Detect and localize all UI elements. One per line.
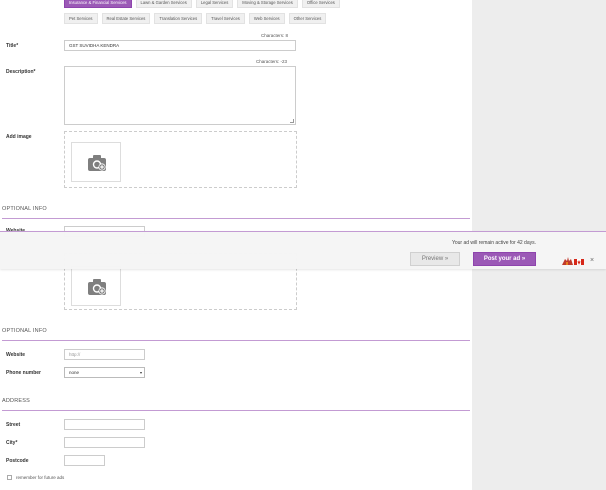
title-label: Title*: [6, 43, 19, 49]
optional-info-heading: OPTIONAL INFO: [2, 206, 47, 212]
section-divider: [2, 218, 470, 219]
section-divider-3: [2, 410, 470, 411]
street-input[interactable]: [64, 419, 145, 430]
postcode-label: Postcode: [6, 458, 29, 464]
category-tag-office[interactable]: Office Services: [301, 0, 340, 8]
ad-duration-note: Your ad will remain active for 42 days.: [451, 240, 536, 246]
add-photo-button-2[interactable]: [71, 266, 121, 306]
optional-info-heading-2: OPTIONAL INFO: [2, 328, 47, 334]
postcode-input[interactable]: [64, 455, 105, 466]
category-tag-travel[interactable]: Travel Services: [206, 13, 245, 24]
street-label: Street: [6, 422, 21, 428]
description-label: Description*: [6, 69, 36, 75]
post-ad-button[interactable]: Post your ad »: [473, 252, 536, 266]
category-tag-other[interactable]: Other Services: [288, 13, 327, 24]
category-tag-insurance[interactable]: Insurance & Financial Services: [64, 0, 132, 8]
close-icon[interactable]: ×: [590, 257, 594, 265]
category-tag-pet[interactable]: Pet Services: [64, 13, 98, 24]
website-label: Website: [6, 352, 26, 358]
category-tag-lawn-garden[interactable]: Lawn & Garden Services: [135, 0, 192, 8]
website-placeholder: http://: [69, 352, 81, 357]
title-char-count: Characters: 8: [261, 33, 289, 38]
section-divider-2: [2, 340, 470, 341]
image-dropzone[interactable]: [64, 131, 297, 188]
description-textarea[interactable]: [64, 66, 296, 125]
resize-handle[interactable]: [290, 119, 294, 123]
category-row-2: Pet Services Real Estate Services Transl…: [64, 13, 327, 24]
add-photo-button[interactable]: [71, 142, 121, 182]
canada-flag-icon[interactable]: [561, 256, 585, 266]
title-input[interactable]: GST SUVIDHA KENDRA: [64, 40, 296, 51]
category-tag-legal[interactable]: Legal Services: [195, 0, 234, 8]
remember-label: remember for future ads: [16, 475, 65, 480]
category-tag-web[interactable]: Web Services: [248, 13, 285, 24]
chevron-down-icon: ▾: [139, 370, 142, 375]
city-input[interactable]: [64, 437, 145, 448]
description-char-count: Characters: -23: [256, 59, 288, 64]
sticky-post-bar: Your ad will remain active for 42 days. …: [0, 231, 606, 269]
city-label: City*: [6, 440, 18, 446]
category-tag-translation[interactable]: Translation Services: [154, 13, 203, 24]
camera-icon: [88, 279, 106, 295]
phone-select[interactable]: none ▾: [64, 367, 145, 378]
address-heading: ADDRESS: [2, 398, 30, 404]
category-tag-real-estate[interactable]: Real Estate Services: [101, 13, 151, 24]
camera-icon: [88, 155, 106, 171]
category-row-1: Insurance & Financial Services Lawn & Ga…: [64, 0, 340, 8]
website-input[interactable]: http://: [64, 349, 145, 360]
add-image-label: Add image: [6, 134, 32, 140]
phone-label: Phone number: [6, 370, 42, 376]
preview-button[interactable]: Preview »: [410, 252, 460, 266]
remember-checkbox[interactable]: [7, 475, 12, 480]
phone-select-value: none: [69, 370, 80, 375]
category-tag-moving-storage[interactable]: Moving & Storage Services: [237, 0, 298, 8]
